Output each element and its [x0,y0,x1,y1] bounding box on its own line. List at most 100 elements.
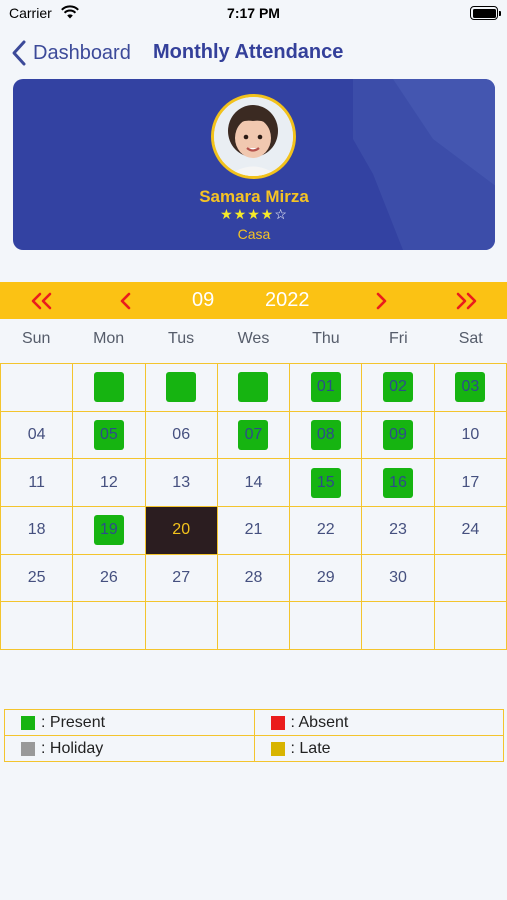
day-number [166,611,196,641]
calendar-day-cell[interactable]: 24 [434,507,507,555]
calendar-day-cell[interactable]: 22 [290,507,363,555]
calendar-day-cell[interactable]: 06 [145,411,218,460]
calendar-day-cell[interactable] [73,602,146,650]
day-number: 13 [172,473,191,491]
day-number: 07 [238,419,269,450]
weekday-label: Fri [388,330,408,347]
day-number: 16 [383,467,414,498]
calendar-day-cell[interactable]: 12 [73,459,146,507]
calendar-day-cell[interactable] [217,602,291,650]
legend-item-absent: : Absent [254,710,504,736]
calendar-day-cell[interactable]: 28 [217,554,291,603]
day-number: 20 [172,521,191,539]
chevron-left-icon [12,40,26,66]
calendar-day-cell[interactable]: 21 [217,507,291,555]
previous-month-button[interactable] [115,282,137,319]
day-number: 09 [383,419,414,450]
day-number [455,563,485,593]
day-number [383,611,413,641]
legend-item-late: : Late [254,736,504,762]
calendar-day-cell[interactable] [73,364,146,412]
day-number: 22 [316,521,335,539]
calendar-day-cell[interactable]: 15 [290,459,363,507]
star-rating-empty: ☆ [274,206,288,222]
legend-label-late: : Late [290,739,331,757]
calendar-day-cell[interactable]: 26 [73,554,146,603]
next-month-button[interactable] [370,282,392,319]
student-name: Samara Mirza [199,187,309,206]
star-rating: ★★★★☆ [13,206,495,223]
day-number: 24 [461,521,480,539]
calendar-day-cell[interactable]: 25 [1,554,74,603]
day-number [22,611,52,641]
weekday-label: Sat [458,330,483,347]
calendar-day-cell[interactable]: 29 [290,554,363,603]
month-value: 09 [192,289,215,311]
page-title: Monthly Attendance [153,41,344,63]
battery-icon [470,6,501,20]
day-number: 17 [461,473,480,491]
day-number: 05 [93,419,124,450]
next-year-button[interactable] [452,282,480,319]
calendar-day-cell[interactable] [145,602,218,650]
calendar-day-cell[interactable]: 30 [362,554,435,603]
day-number: 26 [100,568,118,586]
student-photo [214,97,293,176]
calendar-day-cell[interactable]: 13 [145,459,218,507]
previous-year-button[interactable] [28,282,56,319]
card-background-shape [353,79,495,250]
attendance-legend: : Present : Absent : Holiday : Late [4,709,504,762]
day-number: 14 [244,473,263,491]
star-rating-filled: ★★★★ [220,206,275,222]
student-avatar[interactable] [211,94,296,179]
calendar-day-cell[interactable]: 27 [145,554,218,603]
calendar-day-cell[interactable]: 09 [362,411,435,460]
calendar-day-cell[interactable]: 11 [1,459,74,507]
calendar-day-cell[interactable] [1,602,74,650]
back-button[interactable]: Dashboard [10,38,131,68]
double-chevron-left-icon [31,292,52,309]
calendar-day-cell[interactable]: 17 [434,459,507,507]
legend-label-absent: : Absent [290,713,349,731]
calendar-day-cell[interactable]: 05 [73,411,146,460]
weekday-label: Wes [237,330,270,347]
day-number: 03 [455,372,486,403]
day-number: 30 [389,568,407,586]
day-number: 23 [389,521,407,539]
calendar-day-cell[interactable]: 10 [434,411,507,460]
calendar-day-cell[interactable]: 07 [217,411,291,460]
calendar-day-cell[interactable]: 02 [362,364,435,412]
calendar-day-cell[interactable]: 19 [73,507,146,555]
calendar-day-cell[interactable] [434,554,507,603]
calendar-day-cell[interactable]: 18 [1,507,74,555]
chevron-right-icon [376,292,387,309]
chevron-left-icon [120,292,131,309]
weekday-label: Sun [21,330,51,347]
calendar-day-cell[interactable] [217,364,291,412]
calendar-day-cell[interactable]: 14 [217,459,291,507]
calendar-day-cell[interactable] [434,602,507,650]
calendar-day-cell[interactable]: 20 [145,507,218,555]
calendar-day-cell[interactable]: 08 [290,411,363,460]
calendar-day-cell[interactable]: 01 [290,364,363,412]
day-number: 29 [316,568,335,586]
calendar-day-cell[interactable]: 16 [362,459,435,507]
calendar-day-cell[interactable]: 03 [434,364,507,412]
calendar-day-cell[interactable]: 23 [362,507,435,555]
calendar-day-cell[interactable] [145,364,218,412]
calendar-day-cell[interactable] [290,602,363,650]
calendar-day-cell[interactable]: 04 [1,411,74,460]
day-number [311,611,341,641]
day-number [166,372,197,403]
day-number: 08 [310,419,341,450]
calendar-day-cell[interactable] [1,364,74,412]
legend-item-present: : Present [5,710,255,736]
day-number: 10 [461,425,480,443]
day-number: 28 [244,568,263,586]
day-number: 25 [27,568,46,586]
legend-label-present: : Present [41,713,106,731]
day-number [238,372,269,403]
day-number: 19 [93,515,124,546]
navigation-bar: Dashboard Monthly Attendance [0,36,507,70]
calendar-day-cell[interactable] [362,602,435,650]
